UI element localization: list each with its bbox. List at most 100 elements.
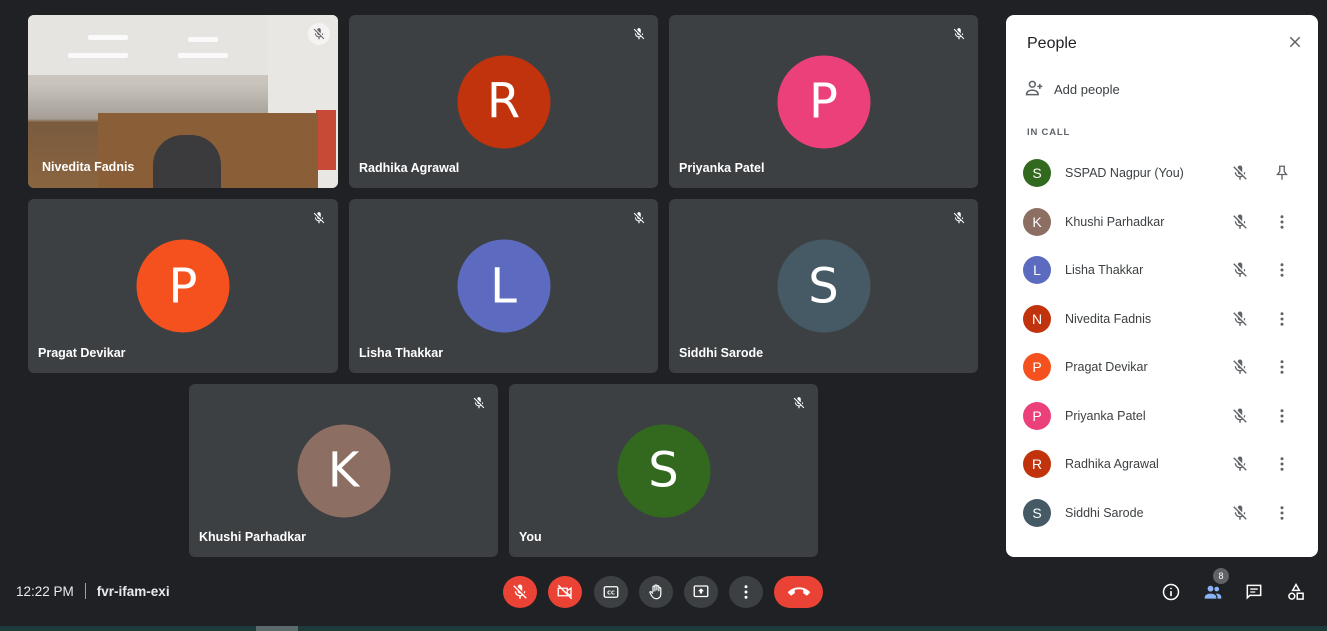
video-tile[interactable]: P Pragat Devikar xyxy=(28,199,338,373)
video-tile[interactable]: Nivedita Fadnis xyxy=(28,15,338,188)
avatar: S xyxy=(777,239,870,333)
raise-hand-icon xyxy=(649,584,662,600)
avatar: P xyxy=(136,239,230,333)
more-options-icon[interactable] xyxy=(1273,407,1291,425)
hang-up-button[interactable] xyxy=(774,576,823,608)
participant-row[interactable]: L Lisha Thakkar xyxy=(1023,255,1313,285)
taskbar-strip xyxy=(0,626,1327,631)
mic-off-icon xyxy=(628,207,650,229)
avatar: R xyxy=(1023,450,1051,478)
mic-off-icon[interactable] xyxy=(1231,261,1249,279)
more-options-icon[interactable] xyxy=(1273,358,1291,376)
avatar: L xyxy=(1023,256,1051,284)
add-people-button[interactable]: Add people xyxy=(1024,78,1120,101)
participant-name: Priyanka Patel xyxy=(1065,409,1146,423)
divider xyxy=(84,583,86,599)
scroll-thumb[interactable] xyxy=(256,626,298,631)
mic-off-icon xyxy=(468,392,490,414)
participant-name: Siddhi Sarode xyxy=(1065,506,1144,520)
participant-name: Khushi Parhadkar xyxy=(199,530,306,544)
avatar: K xyxy=(297,424,390,517)
participant-row[interactable]: P Pragat Devikar xyxy=(1023,352,1313,382)
clock: 12:22 PM xyxy=(16,583,74,599)
add-person-icon xyxy=(1024,78,1044,101)
mic-off-icon[interactable] xyxy=(1231,358,1249,376)
camera-toggle-button[interactable] xyxy=(548,576,582,608)
participant-name: Priyanka Patel xyxy=(679,161,765,175)
more-options-icon[interactable] xyxy=(1273,213,1291,231)
pin-icon[interactable] xyxy=(1273,164,1291,182)
mic-off-icon[interactable] xyxy=(1231,455,1249,473)
raise-hand-button[interactable] xyxy=(639,576,673,608)
hang-up-icon xyxy=(787,587,810,596)
avatar: K xyxy=(1023,208,1051,236)
avatar: L xyxy=(457,239,550,333)
video-tile[interactable]: K Khushi Parhadkar xyxy=(189,384,498,557)
mic-off-icon xyxy=(948,23,970,45)
more-options-icon[interactable] xyxy=(1273,504,1291,522)
participant-row[interactable]: P Priyanka Patel xyxy=(1023,401,1313,431)
mic-off-icon[interactable] xyxy=(1231,407,1249,425)
close-icon[interactable] xyxy=(1286,33,1304,51)
participant-row[interactable]: R Radhika Agrawal xyxy=(1023,449,1313,479)
avatar: P xyxy=(1023,353,1051,381)
video-tile[interactable]: S You xyxy=(509,384,818,557)
in-call-heading: IN CALL xyxy=(1027,127,1071,138)
avatar: P xyxy=(1023,402,1051,430)
video-tile[interactable]: S Siddhi Sarode xyxy=(669,199,978,373)
mic-off-icon xyxy=(948,207,970,229)
mic-off-icon xyxy=(628,23,650,45)
mic-off-icon[interactable] xyxy=(1231,310,1249,328)
participant-count-badge: 8 xyxy=(1213,568,1229,584)
mic-off-icon[interactable] xyxy=(1231,164,1249,182)
meeting-info: 12:22 PM fvr-ifam-exi xyxy=(16,583,170,599)
avatar: R xyxy=(457,55,550,148)
participant-row[interactable]: K Khushi Parhadkar xyxy=(1023,207,1313,237)
more-options-icon[interactable] xyxy=(1273,261,1291,279)
more-options-button[interactable] xyxy=(729,576,763,608)
mic-off-icon xyxy=(788,392,810,414)
chat-icon[interactable] xyxy=(1243,581,1265,603)
activities-icon[interactable] xyxy=(1285,581,1307,603)
participant-name: Lisha Thakkar xyxy=(359,346,444,360)
participant-name: Pragat Devikar xyxy=(38,346,126,360)
captions-button[interactable]: CC xyxy=(594,576,628,608)
video-tile[interactable]: L Lisha Thakkar xyxy=(349,199,658,373)
meeting-code: fvr-ifam-exi xyxy=(96,583,170,599)
add-people-label: Add people xyxy=(1054,82,1120,97)
mic-off-icon[interactable] xyxy=(1231,504,1249,522)
participant-name: Radhika Agrawal xyxy=(1065,457,1159,471)
video-tile[interactable]: R Radhika Agrawal xyxy=(349,15,658,188)
svg-text:CC: CC xyxy=(607,591,615,597)
participant-name: Radhika Agrawal xyxy=(359,161,460,175)
present-icon xyxy=(693,585,709,598)
participant-name: Pragat Devikar xyxy=(1065,360,1148,374)
participant-name: Nivedita Fadnis xyxy=(1065,312,1152,326)
camera-off-icon xyxy=(557,584,573,600)
participant-name: Nivedita Fadnis xyxy=(42,160,135,174)
mic-off-icon xyxy=(308,23,330,45)
participant-name: Lisha Thakkar xyxy=(1065,263,1144,277)
present-button[interactable] xyxy=(684,576,718,608)
mic-off-icon xyxy=(308,207,330,229)
mic-toggle-button[interactable] xyxy=(503,576,537,608)
participant-row[interactable]: S Siddhi Sarode xyxy=(1023,498,1313,528)
participant-row[interactable]: N Nivedita Fadnis xyxy=(1023,304,1313,334)
avatar: S xyxy=(617,424,710,517)
avatar: S xyxy=(1023,499,1051,527)
participant-name: Khushi Parhadkar xyxy=(1065,215,1165,229)
video-tile[interactable]: P Priyanka Patel xyxy=(669,15,978,188)
panel-title: People xyxy=(1027,35,1077,52)
info-icon[interactable] xyxy=(1160,581,1182,603)
more-options-icon[interactable] xyxy=(1273,455,1291,473)
mic-off-icon[interactable] xyxy=(1231,213,1249,231)
participant-name: Siddhi Sarode xyxy=(679,346,764,360)
avatar: N xyxy=(1023,305,1051,333)
avatar: P xyxy=(777,55,870,148)
participant-name: SSPAD Nagpur (You) xyxy=(1065,166,1184,180)
participant-row[interactable]: S SSPAD Nagpur (You) xyxy=(1023,158,1313,188)
mic-off-icon xyxy=(513,584,527,599)
more-options-icon[interactable] xyxy=(1273,310,1291,328)
more-options-icon xyxy=(744,585,748,599)
people-icon[interactable] xyxy=(1202,581,1224,603)
